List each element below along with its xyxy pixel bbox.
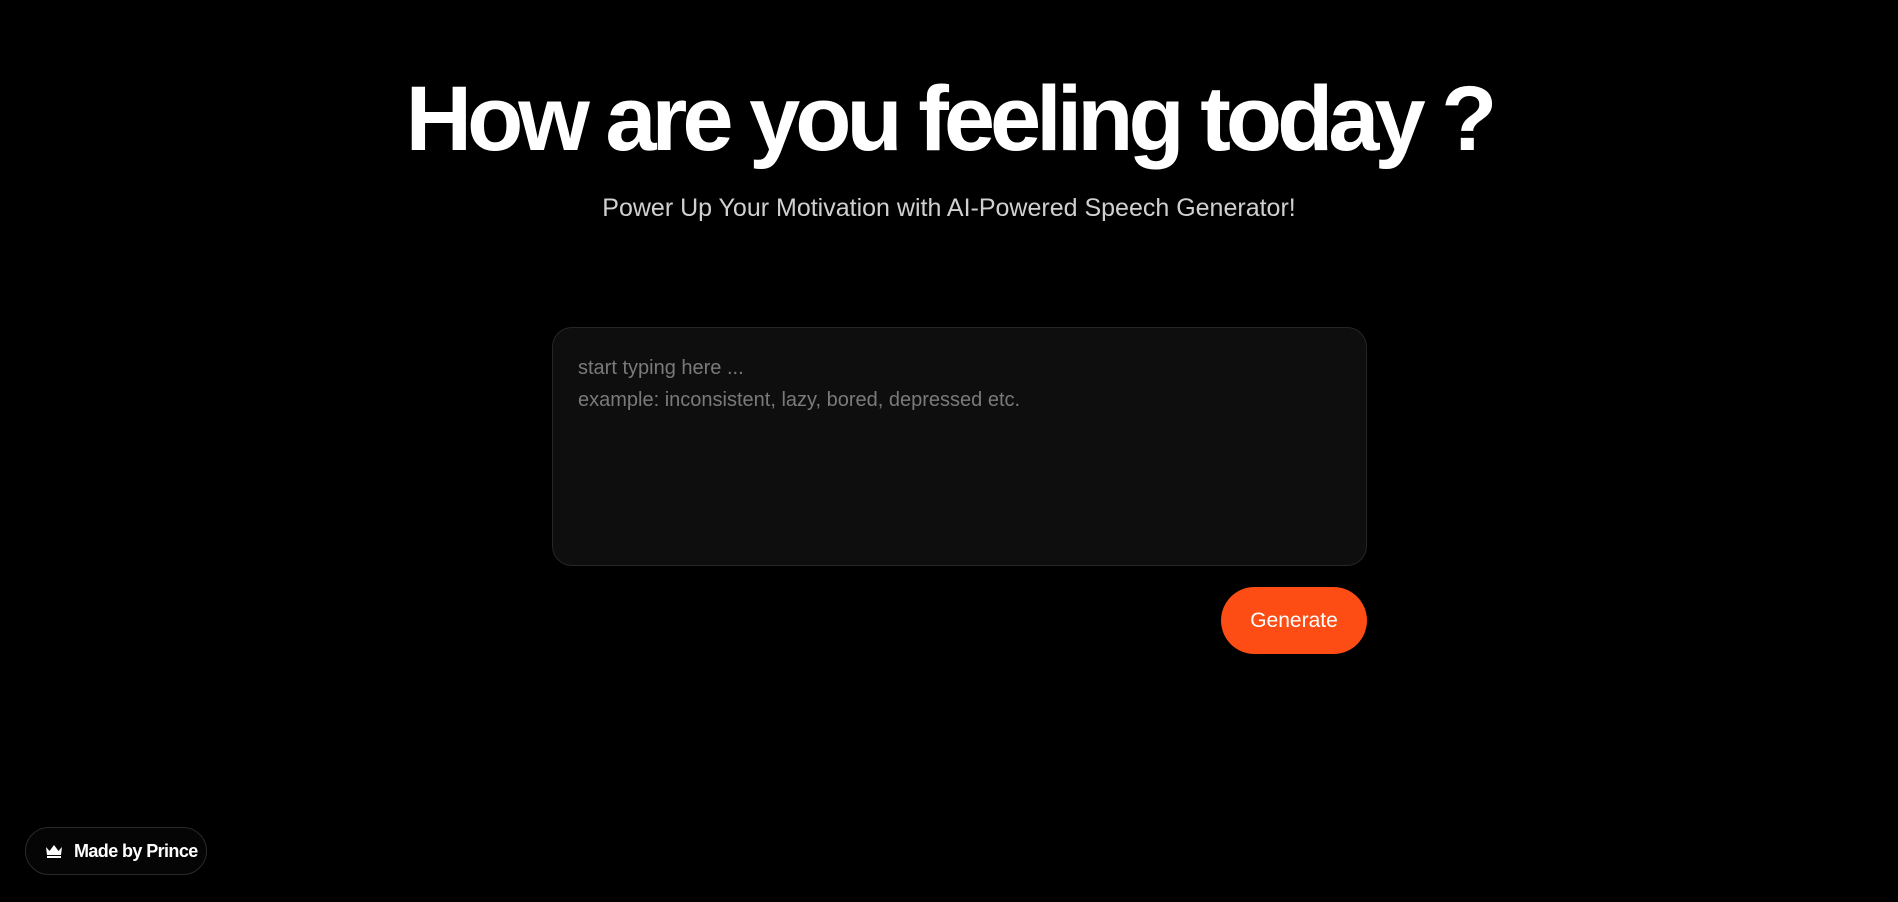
input-placeholder-line-1: start typing here ... [578, 357, 744, 379]
generate-button[interactable]: Generate [1221, 587, 1367, 654]
feeling-input[interactable]: start typing here ... example: inconsist… [552, 327, 1367, 566]
badge-label: Made by Prince [74, 840, 198, 861]
made-by-badge[interactable]: Made by Prince [25, 827, 207, 875]
page: How are you feeling today ? Power Up You… [0, 0, 1898, 902]
page-title: How are you feeling today ? [405, 68, 1498, 170]
crown-icon [45, 844, 63, 858]
page-subtitle: Power Up Your Motivation with AI-Powered… [602, 194, 1296, 222]
input-placeholder-line-2: example: inconsistent, lazy, bored, depr… [578, 389, 1021, 411]
